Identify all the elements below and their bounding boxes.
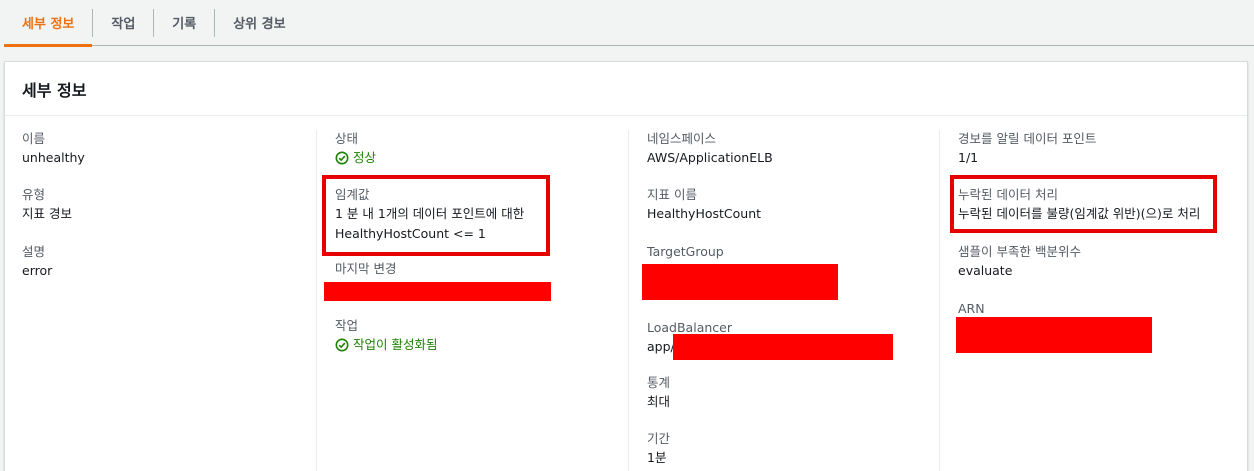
namespace-value: AWS/ApplicationELB (647, 150, 773, 165)
statistic-field: 통계 최대 (647, 374, 670, 412)
name-field: 이름 unhealthy (22, 130, 85, 168)
type-value: 지표 경보 (22, 206, 72, 221)
state-value: 정상 (353, 150, 377, 165)
last-change-label: 마지막 변경 (335, 261, 397, 276)
actions-label: 작업 (335, 318, 359, 333)
last-change-redacted (324, 282, 551, 301)
tab-actions[interactable]: 작업 (93, 0, 153, 46)
column-divider (939, 130, 940, 471)
missing-data-highlight-box (950, 175, 1217, 233)
datapoints-label: 경보를 알릴 데이터 포인트 (958, 131, 1097, 146)
check-circle-icon (335, 151, 349, 165)
column-divider (628, 130, 629, 471)
datapoints-field: 경보를 알릴 데이터 포인트 1/1 (958, 130, 1096, 168)
percentile-field: 샘플이 부족한 백분위수 evaluate (958, 243, 1081, 281)
tab-details[interactable]: 세부 정보 (4, 0, 93, 47)
state-status: 정상 (335, 148, 376, 168)
state-field: 상태 정상 (335, 130, 376, 168)
targetgroup-redacted (642, 264, 838, 300)
metric-name-field: 지표 이름 HealthyHostCount (647, 186, 761, 224)
name-label: 이름 (22, 131, 46, 146)
period-label: 기간 (647, 431, 671, 446)
datapoints-value: 1/1 (958, 150, 979, 165)
percentile-label: 샘플이 부족한 백분위수 (958, 244, 1081, 259)
arn-field: ARN (958, 300, 985, 318)
type-field: 유형 지표 경보 (22, 186, 72, 224)
tab-history[interactable]: 기록 (154, 0, 214, 46)
panel-header: 세부 정보 (5, 62, 1247, 116)
tab-parent-alarms[interactable]: 상위 경보 (215, 0, 303, 46)
period-field: 기간 1분 (647, 430, 670, 468)
arn-redacted (956, 317, 1152, 353)
actions-status: 작업이 활성화됨 (335, 335, 437, 355)
details-panel: 세부 정보 이름 unhealthy 유형 지표 경보 설명 error 상태 … (4, 61, 1248, 471)
type-label: 유형 (22, 187, 46, 202)
metric-name-value: HealthyHostCount (647, 206, 762, 221)
name-value: unhealthy (22, 150, 85, 165)
percentile-value: evaluate (958, 263, 1013, 278)
description-value: error (22, 263, 53, 278)
tab-bar: 세부 정보 작업 기록 상위 경보 (4, 0, 1254, 47)
actions-field: 작업 작업이 활성화됨 (335, 317, 437, 355)
check-circle-icon (335, 338, 349, 352)
namespace-label: 네임스페이스 (647, 131, 717, 146)
panel-title: 세부 정보 (22, 80, 87, 100)
targetgroup-label: TargetGroup (647, 244, 724, 259)
loadbalancer-redacted (673, 334, 893, 360)
threshold-highlight-box (322, 175, 550, 256)
targetgroup-field: TargetGroup (647, 243, 724, 261)
state-label: 상태 (335, 131, 359, 146)
statistic-label: 통계 (647, 375, 671, 390)
namespace-field: 네임스페이스 AWS/ApplicationELB (647, 130, 773, 168)
metric-name-label: 지표 이름 (647, 187, 697, 202)
last-change-field: 마지막 변경 (335, 260, 396, 278)
description-label: 설명 (22, 244, 46, 259)
period-value: 1분 (647, 450, 667, 465)
column-divider (316, 130, 317, 471)
actions-value: 작업이 활성화됨 (353, 337, 438, 352)
description-field: 설명 error (22, 243, 52, 281)
statistic-value: 최대 (647, 394, 671, 409)
arn-label: ARN (958, 301, 985, 316)
